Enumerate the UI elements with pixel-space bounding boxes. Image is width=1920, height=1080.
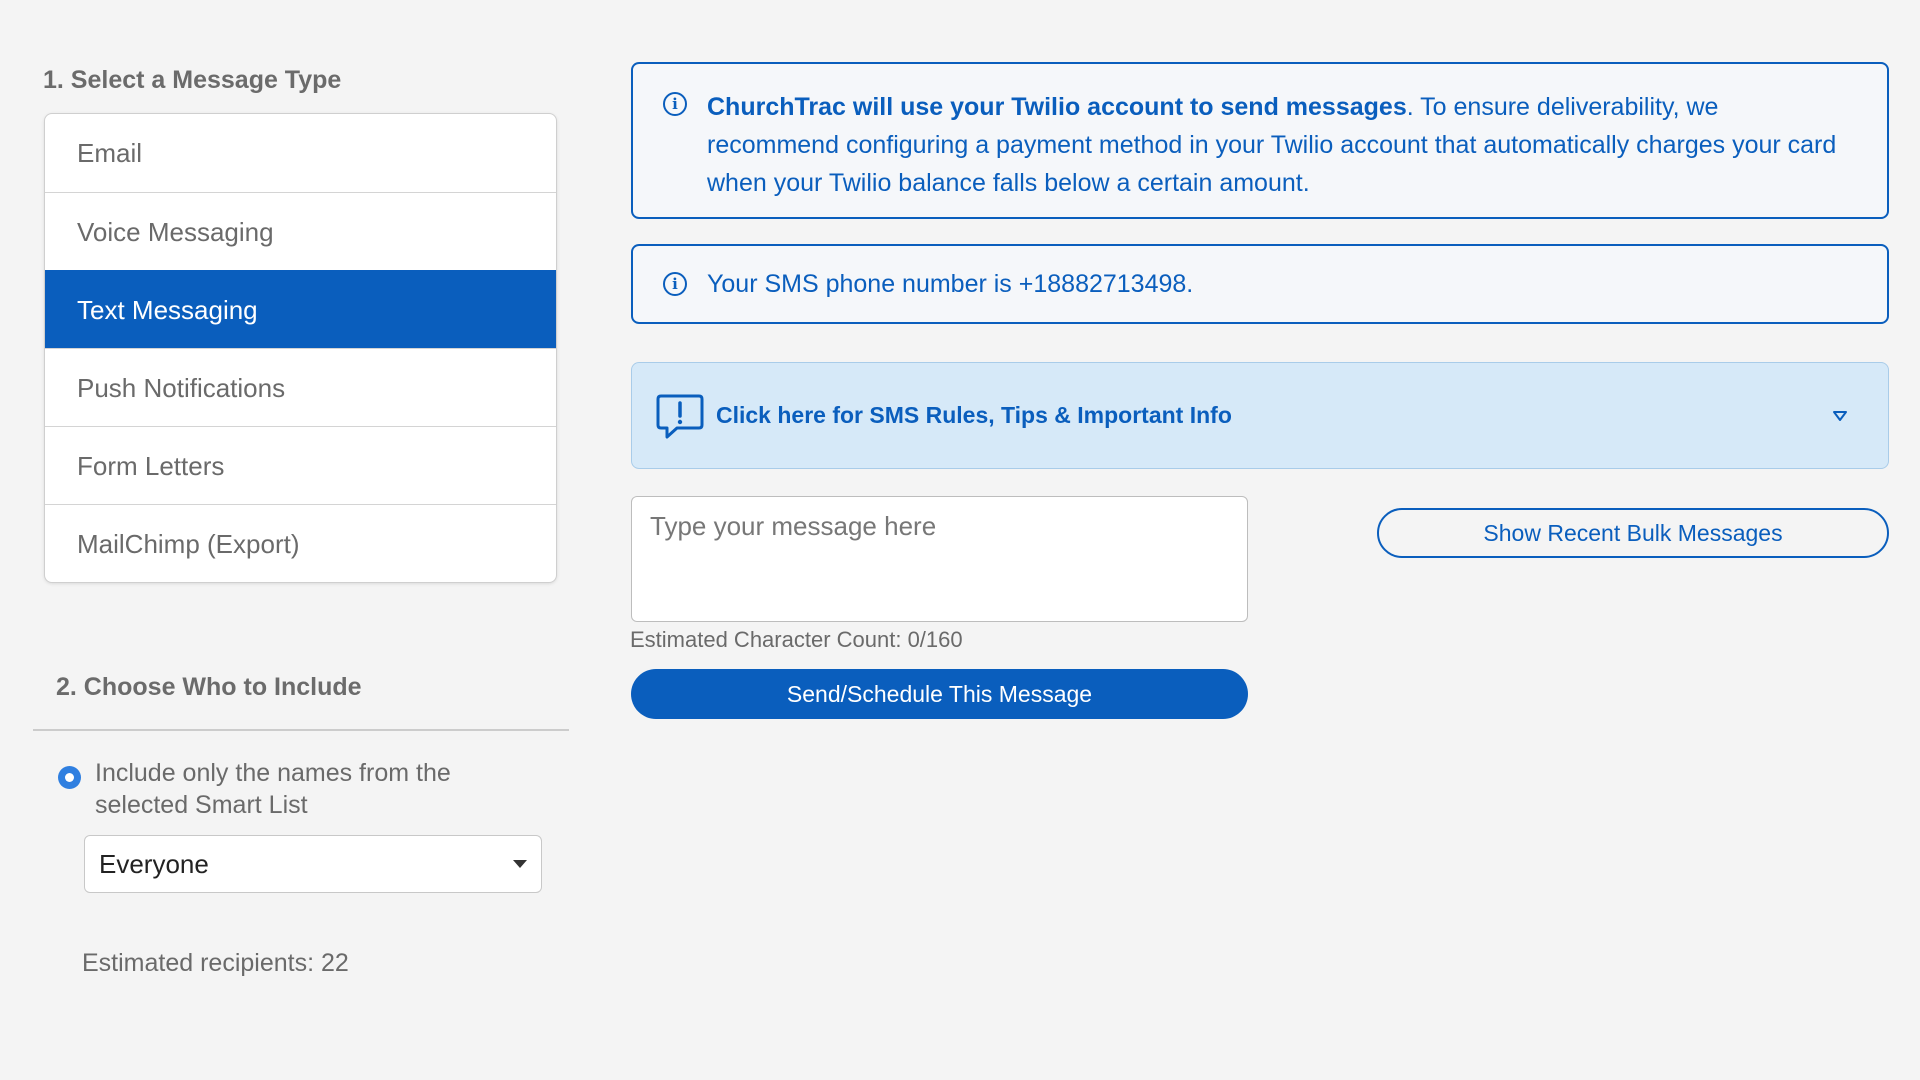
message-type-push-notifications[interactable]: Push Notifications: [45, 348, 556, 426]
message-type-voice-messaging[interactable]: Voice Messaging: [45, 192, 556, 270]
section-divider: [33, 729, 569, 731]
smart-list-radio-option[interactable]: Include only the names from the selected…: [58, 757, 498, 821]
message-type-list: Email Voice Messaging Text Messaging Pus…: [44, 113, 557, 583]
info-icon: i: [663, 272, 687, 296]
twilio-info-text: ChurchTrac will use your Twilio account …: [707, 88, 1847, 217]
send-schedule-button[interactable]: Send/Schedule This Message: [631, 669, 1248, 719]
chevron-down-icon: [1833, 410, 1847, 421]
info-icon: i: [663, 92, 687, 116]
step1-title: 1. Select a Message Type: [43, 66, 342, 94]
speech-bubble-exclamation-icon: [656, 394, 704, 438]
twilio-info-bold: ChurchTrac will use your Twilio account …: [707, 93, 1407, 121]
smart-list-radio[interactable]: [58, 766, 81, 789]
smart-list-select[interactable]: Everyone: [84, 835, 542, 893]
message-type-text-messaging[interactable]: Text Messaging: [45, 270, 556, 348]
caret-down-icon: [513, 860, 527, 868]
smart-list-radio-label: Include only the names from the selected…: [95, 759, 451, 819]
sms-number-text: Your SMS phone number is +18882713498.: [707, 270, 1194, 298]
smart-list-select-value: Everyone: [99, 848, 209, 879]
message-type-form-letters[interactable]: Form Letters: [45, 426, 556, 504]
twilio-info-box: i ChurchTrac will use your Twilio accoun…: [631, 62, 1889, 219]
bulk-messaging-page: 1. Select a Message Type Email Voice Mes…: [0, 0, 1920, 1080]
sms-tips-accordion[interactable]: Click here for SMS Rules, Tips & Importa…: [631, 362, 1889, 469]
message-type-email[interactable]: Email: [45, 114, 556, 192]
message-input[interactable]: [631, 496, 1248, 622]
message-type-mailchimp-export[interactable]: MailChimp (Export): [45, 504, 556, 582]
estimated-recipients: Estimated recipients: 22: [82, 949, 349, 977]
sms-tips-label: Click here for SMS Rules, Tips & Importa…: [716, 402, 1232, 428]
step2-title: 2. Choose Who to Include: [56, 673, 362, 701]
show-recent-bulk-messages-button[interactable]: Show Recent Bulk Messages: [1377, 508, 1889, 558]
character-count: Estimated Character Count: 0/160: [630, 627, 963, 652]
sms-number-info-box: i Your SMS phone number is +18882713498.: [631, 244, 1889, 324]
